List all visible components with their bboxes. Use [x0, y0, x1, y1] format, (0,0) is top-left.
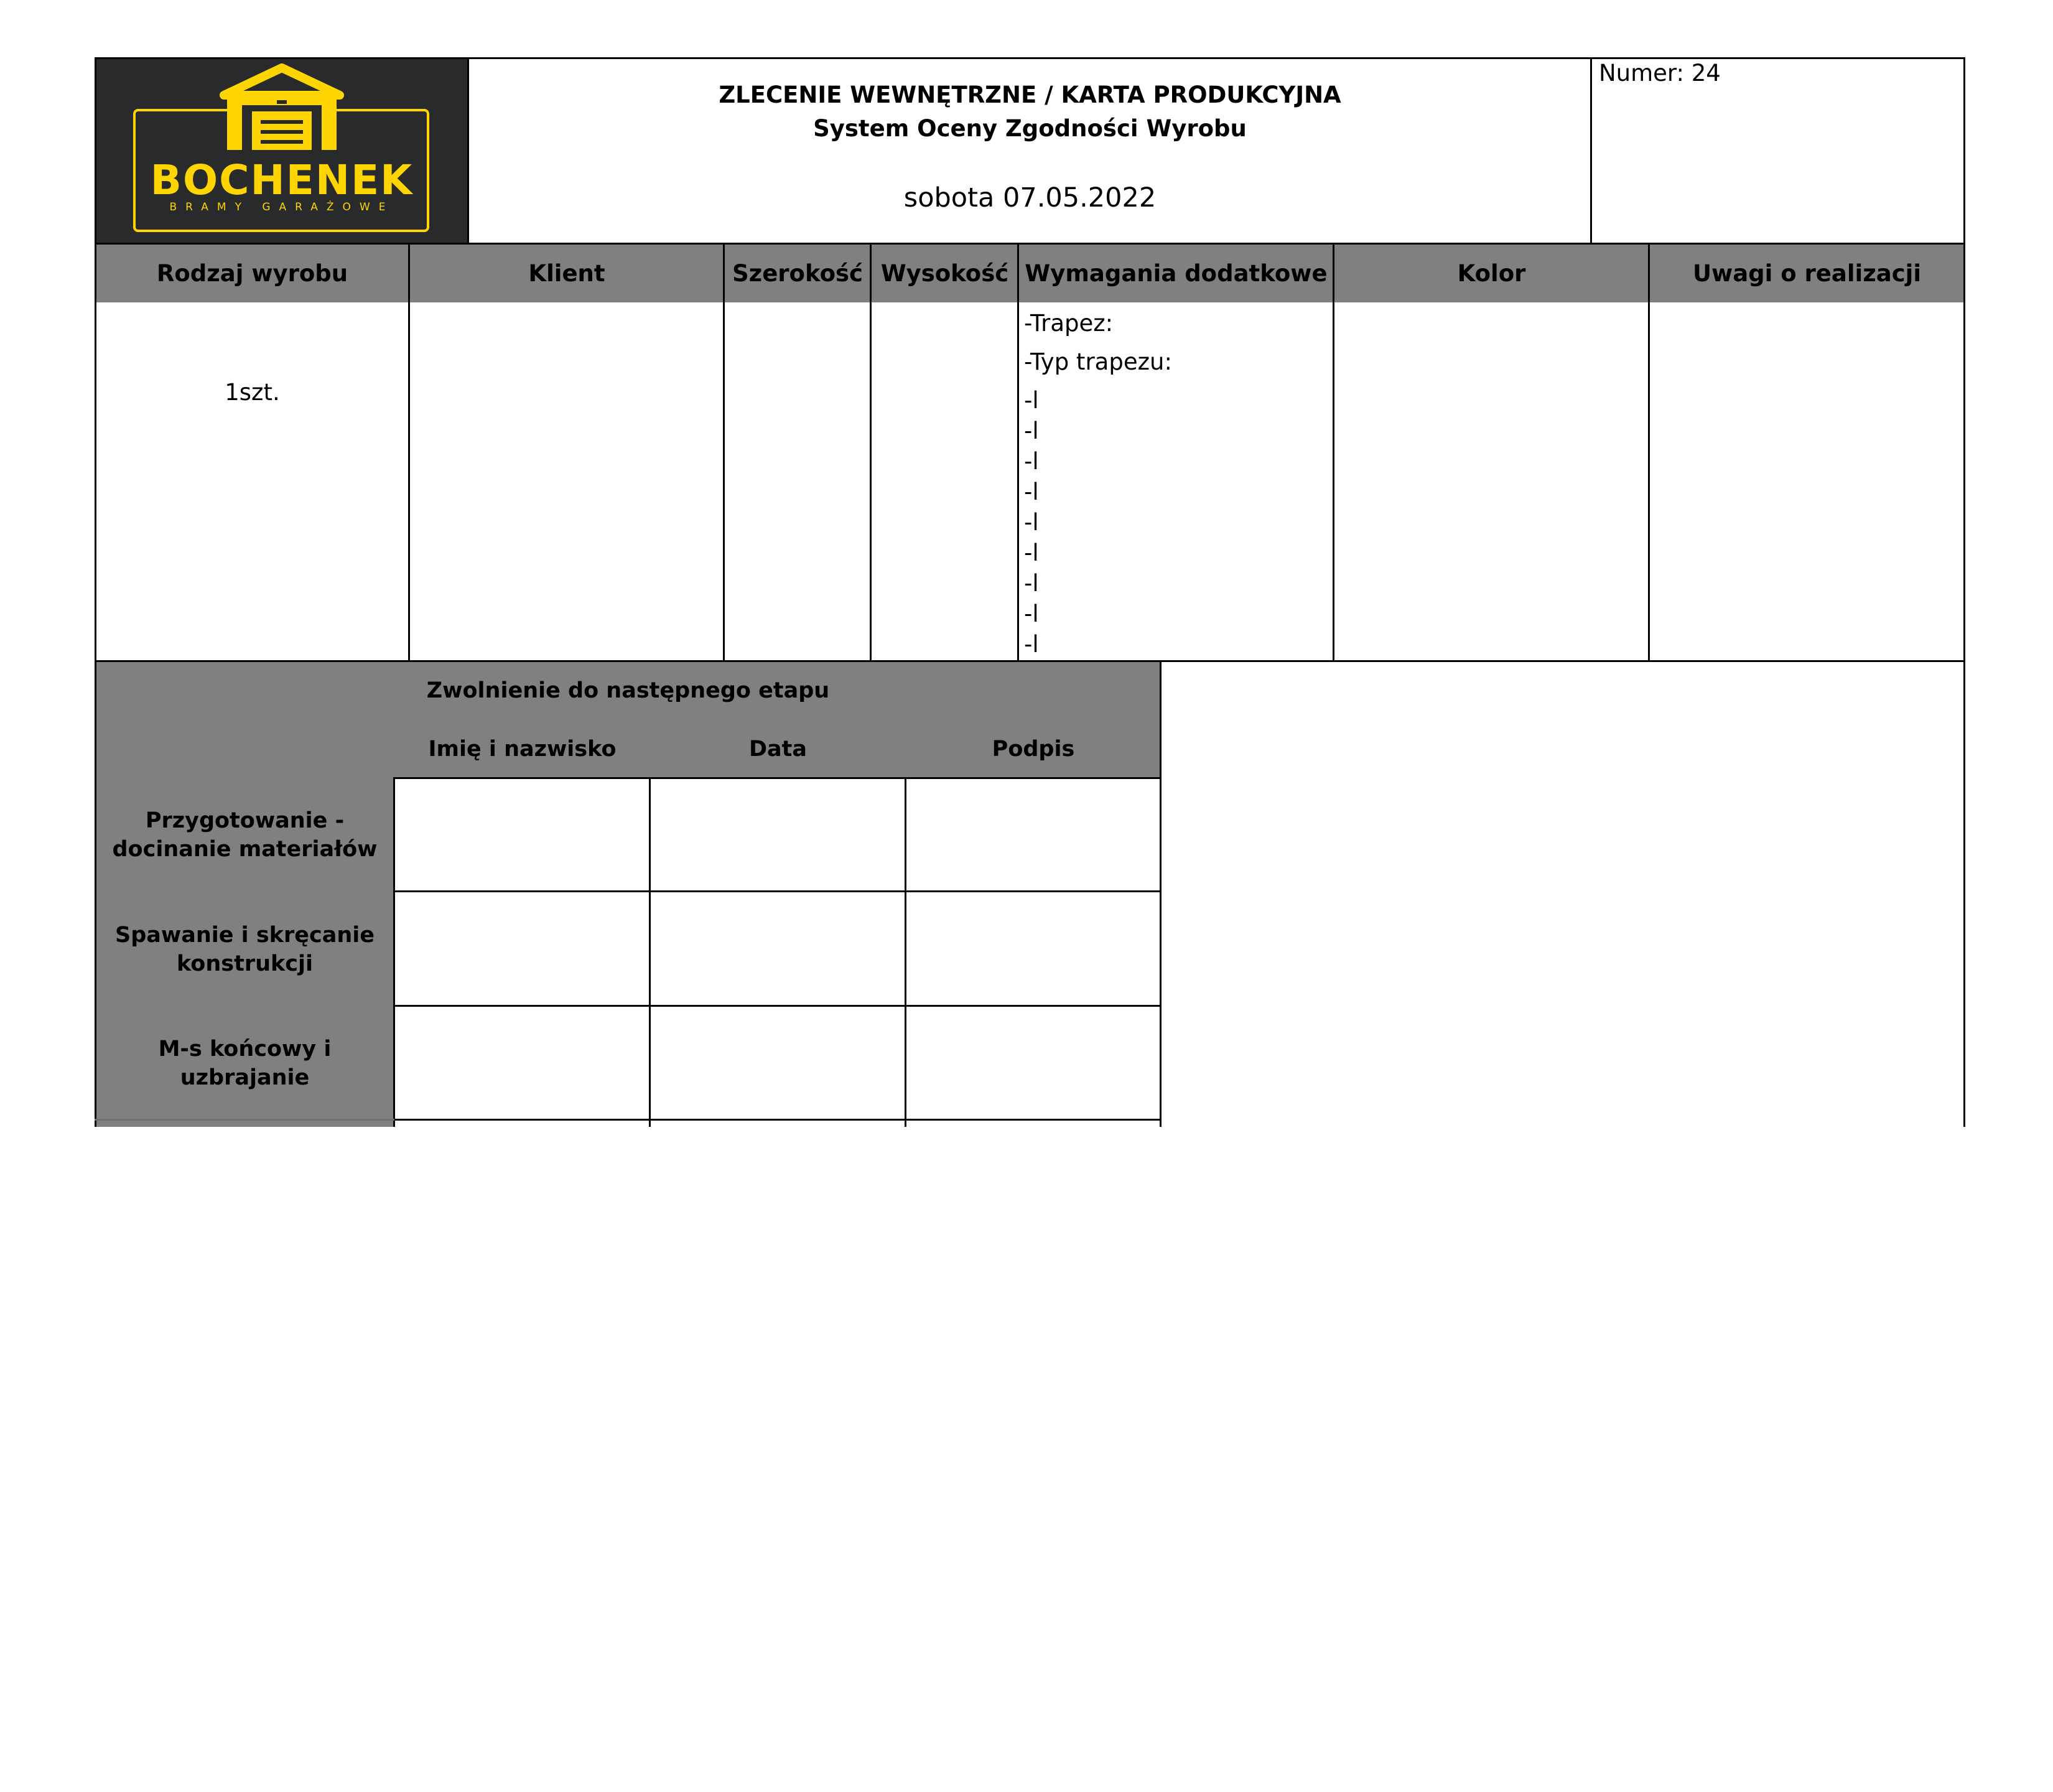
col-wymagania-dodatkowe: Wymagania dodatkowe: [1025, 259, 1328, 287]
release-cell-name-2[interactable]: [394, 892, 650, 1006]
document-title: ZLECENIE WEWNĘTRZNE / KARTA PRODUKCYJNA: [719, 82, 1341, 108]
req-line: -l: [1024, 418, 1039, 444]
release-cell-date-2[interactable]: [650, 892, 906, 1006]
req-line: -l: [1024, 387, 1039, 414]
release-cell-name-1[interactable]: [394, 778, 650, 892]
logo-panel: BOCHENEK BRAMY GARAŻOWE: [95, 58, 468, 244]
release-table-corner: [95, 720, 394, 778]
order-number: Numer: 24: [1599, 60, 1721, 86]
stage-przygotowanie: Przygotowanie - docinanie materiałów: [95, 806, 394, 864]
release-cell-signature-1[interactable]: [906, 778, 1161, 892]
stage-przygotowanie-line2: docinanie materiałów: [112, 837, 378, 862]
cell-klient: [409, 302, 724, 661]
logo-tagline: BRAMY GARAŻOWE: [169, 201, 394, 213]
stage-montaz-line1: M-s końcowy i: [158, 1037, 332, 1062]
req-trapez: -Trapez:: [1024, 310, 1114, 337]
release-cell-signature-2[interactable]: [906, 892, 1161, 1006]
req-line: -l: [1024, 539, 1039, 566]
release-cell-date-3[interactable]: [650, 1006, 906, 1121]
col-imie-i-nazwisko: Imię i nazwisko: [394, 720, 650, 778]
cell-kolor: [1334, 302, 1649, 661]
release-cell-signature-3[interactable]: [906, 1006, 1161, 1121]
req-line: -l: [1024, 448, 1039, 475]
col-klient: Klient: [528, 259, 605, 287]
logo-brand: BOCHENEK: [150, 156, 414, 204]
col-rodzaj-wyrobu: Rodzaj wyrobu: [156, 259, 348, 287]
garage-logo-icon: [133, 63, 429, 232]
req-line: -l: [1024, 509, 1039, 536]
stage-spawanie-line2: konstrukcji: [176, 951, 314, 976]
col-kolor: Kolor: [1457, 259, 1526, 287]
cell-wysokosc: [871, 302, 1018, 661]
stage-spawanie: Spawanie i skręcanie konstrukcji: [95, 921, 394, 978]
release-cell-date-1[interactable]: [650, 778, 906, 892]
stage-spawanie-line1: Spawanie i skręcanie: [115, 923, 375, 948]
col-uwagi-o-realizacji: Uwagi o realizacji: [1692, 259, 1922, 287]
req-typ-trapezu: -Typ trapezu:: [1024, 348, 1172, 375]
cell-wymagania-dodatkowe: -Trapez: -Typ trapezu: -l -l -l -l -l -l…: [1024, 302, 1329, 661]
stage-montaz-koncowy: M-s końcowy i uzbrajanie: [95, 1035, 394, 1092]
req-line: -l: [1024, 478, 1039, 505]
col-data: Data: [650, 720, 906, 778]
document-date: sobota 07.05.2022: [903, 182, 1157, 213]
cell-uwagi: [1649, 302, 1965, 661]
col-szerokosc: Szerokość: [732, 259, 863, 287]
release-cell-name-3[interactable]: [394, 1006, 650, 1121]
col-wysokosc: Wysokość: [880, 259, 1009, 287]
col-podpis: Podpis: [906, 720, 1161, 778]
release-table-title: Zwolnienie do następnego etapu: [95, 661, 1161, 720]
document-title-cell: ZLECENIE WEWNĘTRZNE / KARTA PRODUKCYJNA …: [468, 58, 1591, 244]
stage-przygotowanie-line1: Przygotowanie -: [145, 808, 345, 833]
req-line: -l: [1024, 631, 1039, 658]
req-line: -l: [1024, 570, 1039, 597]
req-line: -l: [1024, 600, 1039, 627]
stage-montaz-line2: uzbrajanie: [180, 1065, 310, 1090]
cell-rodzaj-wyrobu: 1szt.: [225, 378, 280, 406]
document-subtitle: System Oceny Zgodności Wyrobu: [813, 115, 1247, 142]
cell-szerokosc: [724, 302, 871, 661]
